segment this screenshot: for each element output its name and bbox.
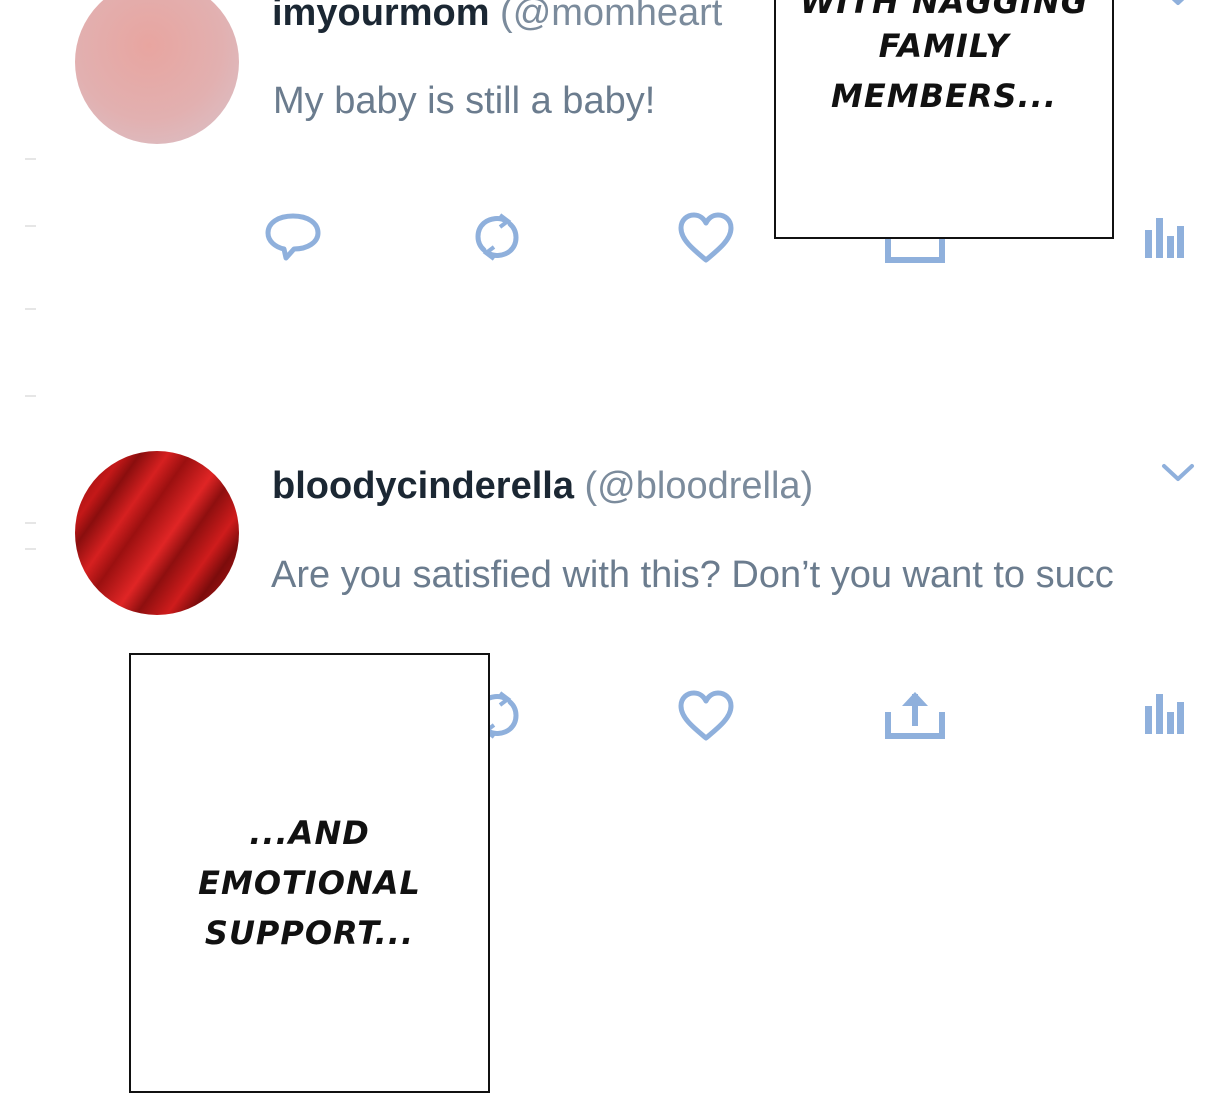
caption-line: SUPPORT... — [204, 914, 415, 952]
caption-line: ...AND — [249, 814, 370, 852]
user-handle: (@momheart — [500, 0, 723, 34]
username[interactable]: bloodycinderella — [272, 465, 574, 507]
caption-line: EMOTIONAL — [198, 864, 421, 902]
caption-box-bottom: ...AND EMOTIONAL SUPPORT... — [129, 653, 490, 1093]
post-text: My baby is still a baby! — [273, 80, 656, 122]
like-icon[interactable] — [676, 688, 736, 744]
like-icon[interactable] — [676, 210, 736, 266]
scroll-tick — [25, 308, 36, 310]
stats-icon[interactable] — [1143, 216, 1185, 260]
user-handle: (@bloodrella) — [584, 465, 814, 507]
scroll-tick — [25, 522, 36, 524]
post-author: imyourmom (@momheart — [272, 0, 722, 35]
caption-line: FAMILY — [878, 27, 1010, 65]
avatar[interactable] — [75, 0, 239, 144]
reply-icon[interactable] — [264, 211, 322, 261]
retweet-icon[interactable] — [470, 212, 524, 262]
username[interactable]: imyourmom — [272, 0, 489, 34]
chevron-down-icon[interactable] — [1160, 462, 1196, 489]
stats-icon[interactable] — [1143, 692, 1185, 736]
caption-line: WITH NAGGING — [800, 0, 1088, 21]
scroll-tick — [25, 225, 36, 227]
post-text: Are you satisfied with this? Don’t you w… — [271, 554, 1114, 596]
post-author: bloodycinderella (@bloodrella) — [272, 465, 813, 508]
chevron-down-icon[interactable] — [1160, 0, 1196, 13]
scroll-tick — [25, 548, 36, 550]
caption-line: MEMBERS... — [831, 77, 1057, 115]
share-icon[interactable] — [884, 688, 946, 742]
avatar[interactable] — [75, 451, 239, 615]
scroll-tick — [25, 395, 36, 397]
share-icon[interactable] — [884, 236, 946, 266]
caption-box-top: WITH NAGGING FAMILY MEMBERS... — [774, 0, 1114, 239]
scroll-tick — [25, 158, 36, 160]
